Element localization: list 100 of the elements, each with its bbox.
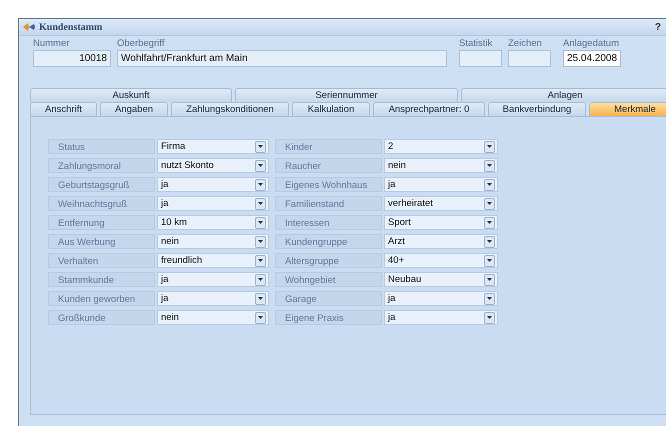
dropdown-button[interactable] [484, 216, 495, 228]
caret-icon [487, 183, 492, 186]
tab[interactable]: Zahlungskonditionen [171, 102, 289, 116]
field-label: Statistik [459, 38, 494, 50]
caret-icon [487, 145, 492, 148]
dropdown-button[interactable] [255, 254, 266, 266]
attribute-dropdown[interactable]: nein [157, 234, 269, 249]
dropdown-button[interactable] [255, 274, 266, 286]
attribute-label: Familienstand [275, 196, 382, 211]
dropdown-button[interactable] [484, 178, 495, 190]
field-label: Nummer [33, 38, 70, 50]
attribute-label: Entfernung [48, 215, 155, 230]
tab[interactable]: Ansprechpartner: 0 [373, 102, 485, 116]
attribute-dropdown[interactable]: nein [384, 158, 498, 173]
attribute-dropdown[interactable]: Neubau [384, 272, 498, 287]
attribute-label: Wohngebiet [275, 272, 382, 287]
caret-icon [487, 221, 492, 224]
tab[interactable]: Anschrift [30, 102, 97, 116]
tab[interactable]: Auskunft [30, 88, 232, 102]
dropdown-button[interactable] [484, 236, 495, 248]
attribute-dropdown[interactable]: 10 km [157, 215, 269, 230]
attribute-dropdown[interactable]: ja [157, 272, 269, 287]
caret-icon [487, 164, 492, 167]
dropdown-button[interactable] [484, 140, 495, 152]
help-button[interactable]: ? [654, 22, 661, 32]
attribute-label: Altersgruppe [275, 253, 382, 268]
attribute-label: Großkunde [48, 310, 155, 325]
attribute-label: Stammkunde [48, 272, 155, 287]
attribute-label: Garage [275, 291, 382, 306]
caret-icon [258, 145, 263, 148]
field-label: Zeichen [508, 38, 543, 50]
text-field[interactable]: 10018 [33, 50, 111, 67]
caret-icon [258, 297, 263, 300]
dropdown-button[interactable] [484, 160, 495, 172]
attribute-label: Raucher [275, 158, 382, 173]
dropdown-button[interactable] [484, 274, 495, 286]
caret-icon [487, 202, 492, 205]
dropdown-button[interactable] [255, 140, 266, 152]
caret-icon [258, 183, 263, 186]
dropdown-button[interactable] [255, 178, 266, 190]
attribute-dropdown[interactable]: ja [384, 291, 498, 306]
attribute-label: Eigenes Wohnhaus [275, 177, 382, 192]
attribute-label: Zahlungsmoral [48, 158, 155, 173]
attribute-dropdown[interactable]: Arzt [384, 234, 498, 249]
attribute-dropdown[interactable]: 2 [384, 139, 498, 154]
attribute-label: Eigene Praxis [275, 310, 382, 325]
attribute-dropdown[interactable]: 40+ [384, 253, 498, 268]
caret-icon [258, 164, 263, 167]
attribute-dropdown[interactable]: Sport [384, 215, 498, 230]
caret-icon [487, 240, 492, 243]
attribute-dropdown[interactable]: nein [157, 310, 269, 325]
tab[interactable]: Bankverbindung [488, 102, 586, 116]
attribute-dropdown[interactable]: Firma [157, 139, 269, 154]
attribute-dropdown[interactable]: nutzt Skonto [157, 158, 269, 173]
attribute-label: Kinder [275, 139, 382, 154]
dropdown-button[interactable] [255, 236, 266, 248]
attribute-label: Geburtstagsgruß [48, 177, 155, 192]
caret-icon [258, 240, 263, 243]
text-field[interactable] [459, 50, 502, 67]
caret-icon [258, 278, 263, 281]
attribute-dropdown[interactable]: verheiratet [384, 196, 498, 211]
dropdown-button[interactable] [484, 254, 495, 266]
dropdown-button[interactable] [484, 312, 495, 324]
tab[interactable]: Merkmale [589, 102, 666, 116]
tab[interactable]: Anlagen [461, 88, 666, 102]
caret-icon [487, 297, 492, 300]
app-logo-icon [23, 23, 35, 31]
caret-icon [487, 278, 492, 281]
dropdown-button[interactable] [255, 198, 266, 210]
field-label: Anlagedatum [563, 38, 620, 50]
tab[interactable]: Seriennummer [235, 88, 458, 102]
attribute-label: Kundengruppe [275, 234, 382, 249]
date-field[interactable]: 25.04.2008 [563, 50, 622, 67]
attribute-label: Interessen [275, 215, 382, 230]
tab[interactable]: Kalkulation [292, 102, 370, 116]
dropdown-button[interactable] [255, 292, 266, 304]
attribute-dropdown[interactable]: ja [157, 291, 269, 306]
attribute-label: Kunden geworben [48, 291, 155, 306]
dropdown-button[interactable] [484, 198, 495, 210]
caret-icon [258, 316, 263, 319]
attribute-dropdown[interactable]: freundlich [157, 253, 269, 268]
dropdown-button[interactable] [255, 312, 266, 324]
caret-icon [258, 202, 263, 205]
caret-icon [258, 221, 263, 224]
attribute-dropdown[interactable]: ja [157, 177, 269, 192]
dropdown-button[interactable] [484, 292, 495, 304]
dropdown-button[interactable] [255, 160, 266, 172]
caret-icon [487, 316, 492, 319]
dropdown-button[interactable] [255, 216, 266, 228]
attribute-dropdown[interactable]: ja [384, 310, 498, 325]
attribute-label: Verhalten [48, 253, 155, 268]
attribute-dropdown[interactable]: ja [157, 196, 269, 211]
tab[interactable]: Angaben [100, 102, 168, 116]
caret-icon [487, 259, 492, 262]
attribute-dropdown[interactable]: ja [384, 177, 498, 192]
field-label: Oberbegriff [117, 38, 166, 50]
text-field[interactable] [508, 50, 551, 67]
window-title: Kundenstamm [39, 22, 104, 32]
attribute-label: Aus Werbung [48, 234, 155, 249]
text-field[interactable]: Wohlfahrt/Frankfurt am Main [117, 50, 447, 67]
